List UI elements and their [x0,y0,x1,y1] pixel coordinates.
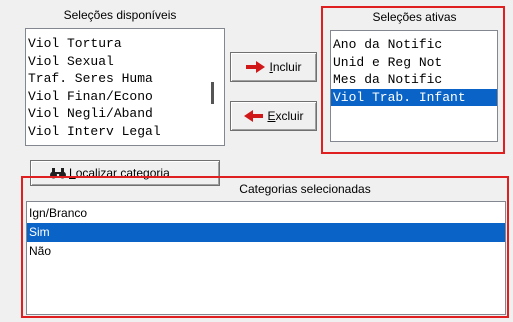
list-item[interactable]: Viol Interv Legal [26,123,224,141]
list-item[interactable]: Viol Finan/Econo [26,88,224,106]
exclude-button[interactable]: Excluir [230,101,317,131]
include-label: ncluir [272,60,302,74]
active-caption: Seleções ativas [372,10,457,24]
categories-listbox[interactable]: Ign/Branco Sim Não [26,201,506,315]
list-item[interactable]: Traf. Seres Huma [26,70,224,88]
arrow-left-icon [244,110,264,122]
available-caption: Seleções disponíveis [63,8,177,22]
list-item[interactable]: Não [27,242,505,261]
exclude-mnemonic: E [267,109,276,123]
list-item[interactable]: Viol Sexual [26,53,224,71]
scrollbar-thumb[interactable] [211,82,214,104]
categories-caption: Categorias selecionadas [239,182,371,196]
list-item-selected[interactable]: Viol Trab. Infant [331,88,497,106]
list-item[interactable]: Ign/Branco [27,204,505,223]
list-item[interactable]: Viol Negli/Aband [26,105,224,123]
include-button[interactable]: Incluir [230,52,317,82]
available-listbox[interactable]: Viol Tortura Viol Sexual Traf. Seres Hum… [25,28,225,146]
exclude-label: xcluir [275,109,304,123]
active-listbox[interactable]: Ano da Notific Unid e Reg Not Mes da Not… [330,30,498,142]
list-item[interactable]: Ano da Notific [331,36,497,54]
list-item[interactable]: Viol Tortura [26,35,224,53]
list-item[interactable]: Unid e Reg Not [331,54,497,72]
list-item-selected[interactable]: Sim [27,223,505,242]
list-item[interactable]: Mes da Notific [331,71,497,89]
arrow-right-icon [246,61,266,73]
